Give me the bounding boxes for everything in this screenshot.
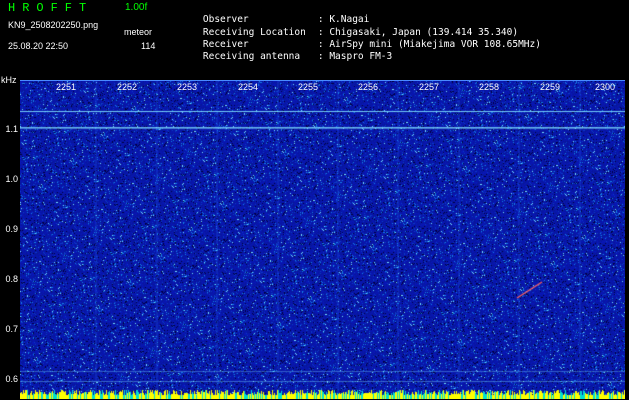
time-label-2255: 2255 — [298, 82, 319, 92]
time-label-2252: 2252 — [117, 82, 138, 92]
y-label-0-8: 0.8 — [5, 274, 18, 284]
y-label-0-6: 0.6 — [5, 374, 18, 384]
hrofft-window: HROFFT 1.00f KN9_2508202250.png 25.08.20… — [0, 0, 629, 400]
mode-label: meteor — [124, 27, 153, 37]
time-label-2300: 2300 — [595, 82, 616, 92]
y-label-0-7: 0.7 — [5, 324, 18, 334]
y-axis-unit: kHz — [1, 75, 17, 85]
y-label-1-1: 1.1 — [5, 124, 18, 134]
file-name: KN9_2508202250.png — [8, 20, 99, 30]
capture-datetime: 25.08.20 22:50 — [8, 41, 69, 51]
app-brand: HROFFT — [8, 1, 94, 15]
meteor-count: 114 — [141, 41, 156, 51]
time-label-2257: 2257 — [419, 82, 440, 92]
time-label-2256: 2256 — [358, 82, 379, 92]
time-label-2253: 2253 — [177, 82, 198, 92]
time-label-2254: 2254 — [238, 82, 259, 92]
spectrogram-plot[interactable] — [20, 80, 625, 399]
y-label-0-9: 0.9 — [5, 224, 18, 234]
info-antenna: Receiving antenna : Maspro FM-3 — [180, 40, 392, 73]
time-label-2259: 2259 — [540, 82, 561, 92]
y-label-1-0: 1.0 — [5, 174, 18, 184]
app-version: 1.00f — [125, 2, 148, 13]
info-value: : Maspro FM-3 — [317, 51, 393, 62]
time-label-2258: 2258 — [479, 82, 500, 92]
info-label: Receiving antenna — [202, 51, 301, 62]
time-label-2251: 2251 — [56, 82, 77, 92]
spectrogram-canvas[interactable] — [20, 81, 625, 399]
